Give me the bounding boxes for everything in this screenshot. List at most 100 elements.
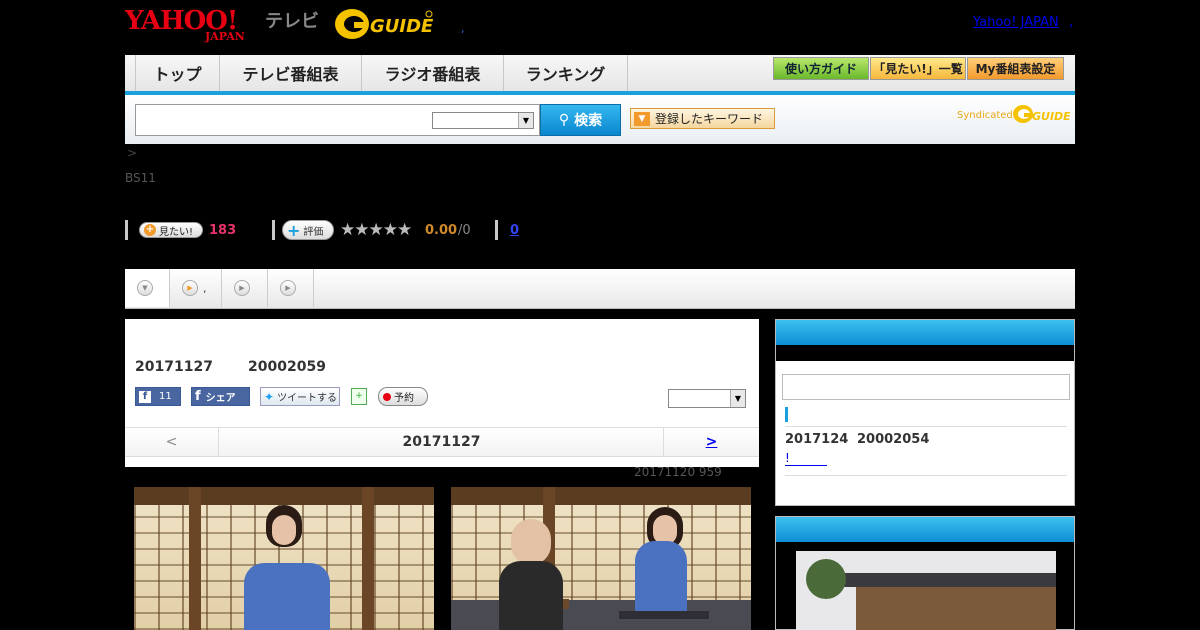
syndicated-gguide-logo: GUIDE bbox=[1012, 102, 1071, 126]
search-button[interactable]: ⚲ 検索 bbox=[540, 104, 621, 136]
page: YAHOO! JAPAN テレビ GUIDE , Yahoo! JAPAN , … bbox=[0, 0, 1200, 630]
subtab-4[interactable]: ▶ bbox=[268, 269, 314, 307]
rate-label: 評価 bbox=[303, 226, 324, 238]
photo-post bbox=[189, 487, 201, 630]
my-listings-settings-button[interactable]: My番組表設定 bbox=[967, 57, 1064, 80]
plus-icon: + bbox=[287, 220, 301, 240]
monk-head bbox=[511, 519, 551, 565]
main-nav: トップ テレビ番組表 ラジオ番組表 ランキング 使い方ガイド 「見たい!」一覧 … bbox=[125, 55, 1075, 95]
play-icon: ▶ bbox=[280, 280, 296, 296]
yahoo-japan-logo[interactable]: YAHOO! JAPAN bbox=[125, 6, 265, 43]
sidebar-section-marker bbox=[785, 407, 788, 422]
subtab-1[interactable]: ▼ bbox=[125, 269, 170, 307]
dropdown-arrow-icon: ▼ bbox=[634, 111, 650, 126]
sidebar-episodes-box: 2017124 20002054 ! bbox=[775, 319, 1075, 506]
record-button[interactable]: 予約 bbox=[378, 387, 428, 406]
nav-tab-ranking[interactable]: ランキング bbox=[504, 55, 628, 91]
divider bbox=[785, 426, 1067, 427]
stats-divider bbox=[125, 220, 128, 240]
rating-stars: ★★★★★ bbox=[340, 220, 412, 240]
program-photo-1[interactable] bbox=[134, 487, 434, 630]
nav-tab-top[interactable]: トップ bbox=[135, 55, 220, 91]
tweet-button[interactable]: ✦ ツイートする bbox=[260, 387, 340, 406]
search-icon: ⚲ bbox=[558, 112, 570, 128]
subtab-2-label: , bbox=[203, 281, 207, 295]
search-bar: ▼ ⚲ 検索 ▼ 登録したキーワード Syndicated GUIDE bbox=[125, 95, 1075, 144]
monk-body bbox=[499, 561, 563, 630]
prev-episode-button[interactable]: < bbox=[125, 428, 219, 456]
facebook-share-button[interactable]: f シェア bbox=[191, 387, 250, 406]
episode-panel: 20171127 20002059 f 11 f シェア ✦ ツイートする + … bbox=[125, 319, 759, 467]
breadcrumb-arrow: > bbox=[127, 146, 138, 160]
sidebar-episode-code: 20002054 bbox=[857, 432, 930, 447]
rate-button[interactable]: + 評価 bbox=[282, 220, 334, 240]
person-body bbox=[244, 563, 330, 630]
want-to-watch-count: 183 bbox=[209, 223, 237, 238]
sidebar-photo[interactable] bbox=[796, 551, 1056, 630]
search-category-select[interactable]: ▼ bbox=[432, 112, 534, 129]
plus-icon: + bbox=[144, 224, 156, 236]
record-label: 予約 bbox=[394, 393, 414, 404]
yahoo-logo-sub: JAPAN bbox=[205, 30, 245, 43]
person-face bbox=[272, 515, 296, 545]
nav-tab-tv-listings[interactable]: テレビ番組表 bbox=[220, 55, 362, 91]
sidebar-related-box bbox=[775, 516, 1075, 630]
divider bbox=[785, 475, 1067, 476]
gguide-logo-text: GUIDE bbox=[370, 16, 434, 37]
saved-keywords-button[interactable]: ▼ 登録したキーワード bbox=[630, 108, 775, 129]
syndicated-logo-text: GUIDE bbox=[1032, 110, 1070, 123]
stats-divider bbox=[272, 220, 275, 240]
photo-wall bbox=[856, 587, 1056, 630]
want-to-watch-label: 見たい! bbox=[159, 226, 194, 238]
header-separator: , bbox=[461, 22, 465, 35]
program-stats: + 見たい! 183 + 評価 ★★★★★ 0.00 /0 0 bbox=[125, 220, 625, 240]
photo-beam bbox=[134, 487, 434, 505]
sidebar-episode-date: 2017124 bbox=[785, 432, 849, 447]
calendar-add-icon[interactable]: + bbox=[351, 388, 367, 405]
facebook-share-label: シェア bbox=[205, 393, 236, 404]
subtab-3[interactable]: ▶ bbox=[222, 269, 268, 307]
record-icon bbox=[383, 392, 391, 401]
chevron-down-icon: ▼ bbox=[518, 113, 533, 128]
want-to-watch-button[interactable]: + 見たい! bbox=[139, 222, 203, 238]
review-count-link[interactable]: 0 bbox=[510, 223, 519, 238]
photo-beam bbox=[451, 487, 751, 505]
episode-select[interactable]: ▼ bbox=[668, 389, 746, 408]
facebook-like-button[interactable]: f 11 bbox=[135, 387, 181, 406]
play-icon: ▶ bbox=[234, 280, 250, 296]
channel-name: BS11 bbox=[125, 171, 156, 185]
stats-divider bbox=[495, 220, 498, 240]
next-episode-link[interactable]: > bbox=[663, 428, 759, 456]
sidebar-input[interactable] bbox=[782, 374, 1070, 400]
twitter-bird-icon: ✦ bbox=[264, 389, 275, 404]
chevron-down-icon: ▼ bbox=[137, 280, 153, 296]
person-body bbox=[635, 541, 687, 611]
photo-cushion bbox=[619, 611, 709, 619]
gguide-logo[interactable]: GUIDE bbox=[334, 6, 434, 42]
episode-nav-date: 20171127 bbox=[402, 434, 481, 450]
guide-button[interactable]: 使い方ガイド bbox=[773, 57, 869, 80]
tv-label: テレビ bbox=[265, 11, 319, 32]
program-subtabs: ▼ ▶ , ▶ ▶ bbox=[125, 269, 1075, 309]
rating-score: 0.00 bbox=[425, 223, 458, 238]
rating-count: /0 bbox=[458, 223, 471, 238]
nav-tab-radio-listings[interactable]: ラジオ番組表 bbox=[362, 55, 504, 91]
search-button-label: 検索 bbox=[574, 113, 603, 129]
share-row: f 11 f シェア ✦ ツイートする + 予約 bbox=[135, 387, 535, 407]
facebook-icon: f bbox=[195, 389, 201, 404]
sidebar-box-header bbox=[776, 320, 1074, 345]
air-code: 20002059 bbox=[248, 359, 326, 375]
watchlist-button[interactable]: 「見たい!」一覧 bbox=[870, 57, 966, 80]
play-icon: ▶ bbox=[182, 280, 198, 296]
syndicated-label: Syndicated bbox=[957, 110, 1013, 121]
photo-roof bbox=[836, 573, 1056, 587]
sidebar-episode-link[interactable]: ! bbox=[785, 451, 827, 466]
program-photo-2[interactable] bbox=[451, 487, 751, 630]
facebook-like-count: 11 bbox=[159, 391, 172, 402]
photo-tree bbox=[806, 559, 846, 599]
yahoo-japan-link[interactable]: Yahoo! JAPAN bbox=[973, 15, 1059, 30]
subtab-2[interactable]: ▶ , bbox=[170, 269, 222, 307]
chevron-down-icon: ▼ bbox=[730, 390, 745, 407]
episode-nav: < 20171127 > bbox=[125, 427, 759, 457]
facebook-icon: f bbox=[139, 390, 151, 403]
